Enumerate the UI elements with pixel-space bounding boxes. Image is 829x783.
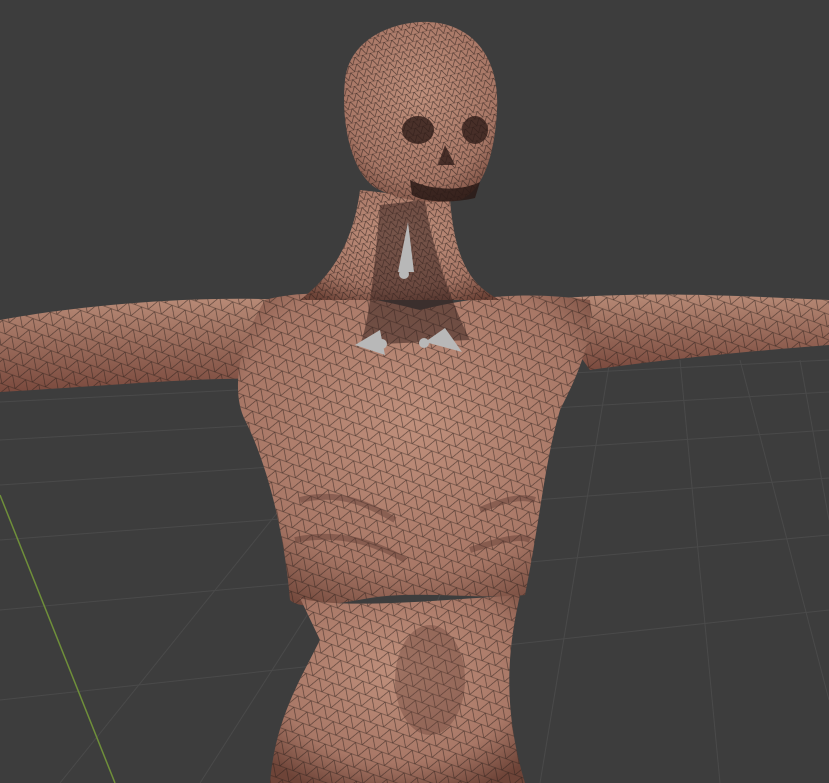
viewport-scene[interactable] — [0, 0, 829, 783]
right-eye-socket — [462, 116, 488, 144]
neck-bone-joint — [399, 269, 409, 279]
y-axis-line — [0, 494, 116, 783]
left-eye-socket — [402, 116, 434, 144]
character-mesh[interactable] — [0, 21, 829, 783]
left-clavicle-joint — [377, 339, 387, 349]
right-clavicle-joint — [419, 338, 429, 348]
3d-viewport[interactable] — [0, 0, 829, 783]
